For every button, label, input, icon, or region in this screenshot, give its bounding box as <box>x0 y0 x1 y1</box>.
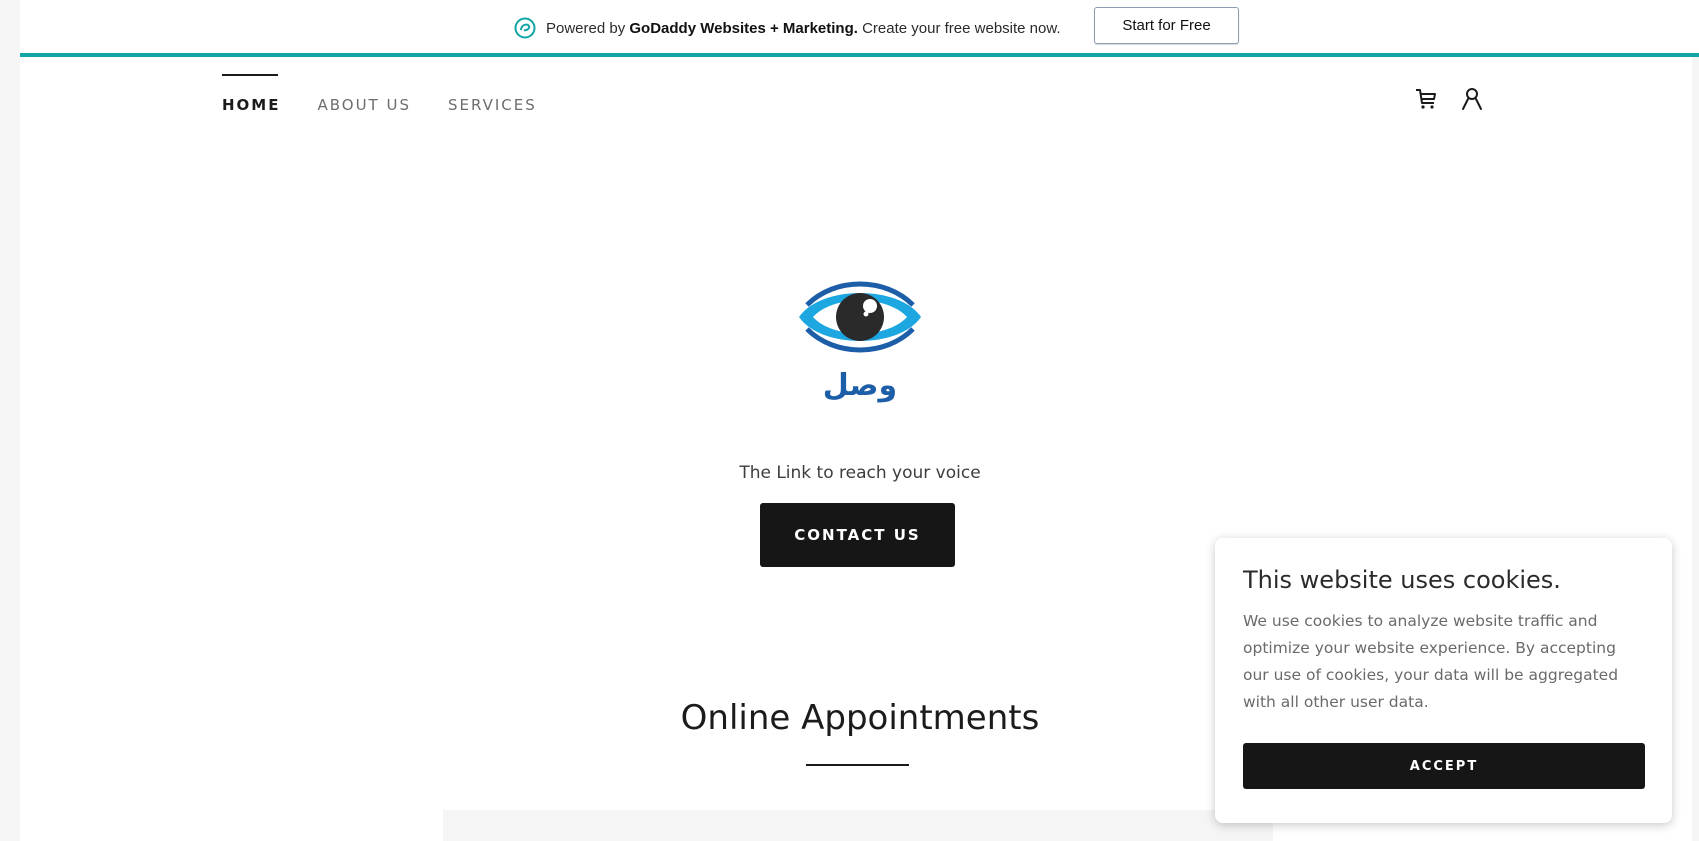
hero-tagline: The Link to reach your voice <box>739 463 981 483</box>
promo-brand: GoDaddy Websites + Marketing. <box>629 19 858 37</box>
nav-item-about-us[interactable]: ABOUT US <box>317 74 411 114</box>
logo-arabic-text: وصل <box>822 368 898 403</box>
section-divider <box>806 764 909 766</box>
promo-cta-text: Create your free website now. <box>857 19 1061 37</box>
accept-cookies-button[interactable]: ACCEPT <box>1243 743 1645 789</box>
nav-item-home[interactable]: HOME <box>222 74 280 114</box>
promo-text: Powered by GoDaddy Websites + Marketing.… <box>546 20 1061 37</box>
promo-powered-by: Powered by <box>546 19 630 37</box>
appointments-panel <box>443 810 1273 841</box>
main-nav: HOME ABOUT US SERVICES <box>222 74 574 114</box>
cookie-consent-dialog: This website uses cookies. We use cookie… <box>1215 538 1672 823</box>
cart-icon[interactable] <box>1413 86 1439 112</box>
promo-message: Powered by GoDaddy Websites + Marketing.… <box>513 8 1061 48</box>
hero-logo: وصل <box>795 275 925 410</box>
cookie-title: This website uses cookies. <box>1243 566 1561 594</box>
page-gutter-left <box>0 0 20 841</box>
start-for-free-button[interactable]: Start for Free <box>1094 7 1239 44</box>
section-title: Online Appointments <box>680 698 1040 738</box>
promo-divider <box>20 53 1699 57</box>
page-gutter-right <box>1692 0 1699 841</box>
nav-item-services[interactable]: SERVICES <box>448 74 537 114</box>
account-icon[interactable] <box>1459 86 1485 112</box>
cookie-message: We use cookies to analyze website traffi… <box>1243 612 1619 711</box>
godaddy-logo-icon <box>514 17 536 39</box>
contact-us-button[interactable]: CONTACT US <box>760 503 955 567</box>
nav-utility-icons <box>1413 86 1485 112</box>
eye-logo-icon <box>799 281 921 353</box>
promo-banner: Powered by GoDaddy Websites + Marketing.… <box>20 0 1699 53</box>
